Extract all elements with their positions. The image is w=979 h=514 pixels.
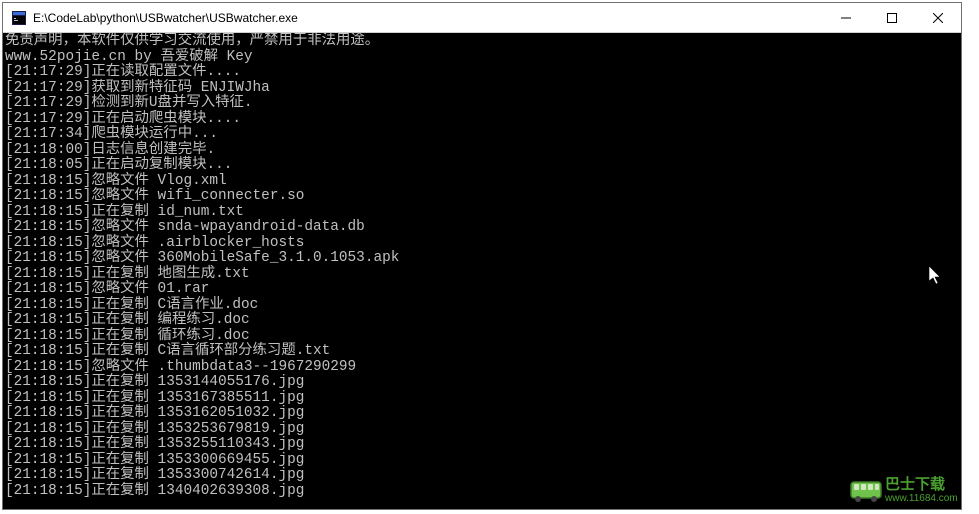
terminal-line: [21:18:15]正在复制 1353255110343.jpg	[5, 437, 959, 453]
mouse-cursor-icon	[929, 266, 943, 286]
terminal-line: [21:17:29]正在读取配置文件....	[5, 65, 959, 81]
terminal-line: [21:18:15]正在复制 地图生成.txt	[5, 267, 959, 283]
terminal-line: www.52pojie.cn by 吾爱破解 Key	[5, 50, 959, 66]
terminal-line: [21:17:29]检测到新U盘并写入特征.	[5, 96, 959, 112]
close-button[interactable]	[915, 3, 961, 33]
terminal-line: 免责声明，本软件仅供学习交流使用，严禁用于非法用途。	[5, 34, 959, 50]
terminal-line: [21:18:05]正在启动复制模块...	[5, 158, 959, 174]
terminal-line: [21:18:15]正在复制 循环练习.doc	[5, 329, 959, 345]
terminal-line: [21:18:15]正在复制 C语言循环部分练习题.txt	[5, 344, 959, 360]
terminal-line: [21:18:15]正在复制 1353300669455.jpg	[5, 453, 959, 469]
maximize-button[interactable]	[869, 3, 915, 33]
terminal-line: [21:18:15]正在复制 1353253679819.jpg	[5, 422, 959, 438]
terminal-line: [21:18:15]忽略文件 snda-wpayandroid-data.db	[5, 220, 959, 236]
terminal-line: [21:18:15]忽略文件 .airblocker_hosts	[5, 236, 959, 252]
watermark-badge: 巴士下载 www.11684.com	[849, 472, 977, 510]
terminal-line: [21:18:15]正在复制 id_num.txt	[5, 205, 959, 221]
watermark-url: www.11684.com	[885, 492, 958, 505]
terminal-line: [21:18:15]忽略文件 Vlog.xml	[5, 174, 959, 190]
terminal-line: [21:18:15]正在复制 1353167385511.jpg	[5, 391, 959, 407]
terminal-line: [21:18:15]正在复制 1353300742614.jpg	[5, 468, 959, 484]
app-window: E:\CodeLab\python\USBwatcher\USBwatcher.…	[2, 2, 962, 510]
terminal-line: [21:18:15]忽略文件 .thumbdata3--1967290299	[5, 360, 959, 376]
minimize-button[interactable]	[823, 3, 869, 33]
bus-icon	[849, 474, 883, 508]
terminal-line: [21:18:15]忽略文件 01.rar	[5, 282, 959, 298]
terminal-output[interactable]: 免责声明，本软件仅供学习交流使用，严禁用于非法用途。www.52pojie.cn…	[3, 33, 961, 509]
terminal-line: [21:18:15]正在复制 1353144055176.jpg	[5, 375, 959, 391]
window-controls	[823, 3, 961, 32]
terminal-line: [21:18:15]正在复制 C语言作业.doc	[5, 298, 959, 314]
terminal-line: [21:18:15]忽略文件 360MobileSafe_3.1.0.1053.…	[5, 251, 959, 267]
terminal-line: [21:18:15]忽略文件 wifi_connecter.so	[5, 189, 959, 205]
titlebar[interactable]: E:\CodeLab\python\USBwatcher\USBwatcher.…	[3, 3, 961, 33]
terminal-line: [21:17:34]爬虫模块运行中...	[5, 127, 959, 143]
terminal-line: [21:17:29]获取到新特征码 ENJIWJha	[5, 81, 959, 97]
terminal-line: [21:18:15]正在复制 编程练习.doc	[5, 313, 959, 329]
app-icon	[11, 10, 27, 26]
terminal-line: [21:18:15]正在复制 1353162051032.jpg	[5, 406, 959, 422]
window-title: E:\CodeLab\python\USBwatcher\USBwatcher.…	[33, 11, 823, 25]
terminal-line: [21:17:29]正在启动爬虫模块....	[5, 112, 959, 128]
watermark-label: 巴士下载	[885, 477, 958, 492]
terminal-line: [21:18:00]日志信息创建完毕.	[5, 143, 959, 159]
terminal-line: [21:18:15]正在复制 1340402639308.jpg	[5, 484, 959, 500]
